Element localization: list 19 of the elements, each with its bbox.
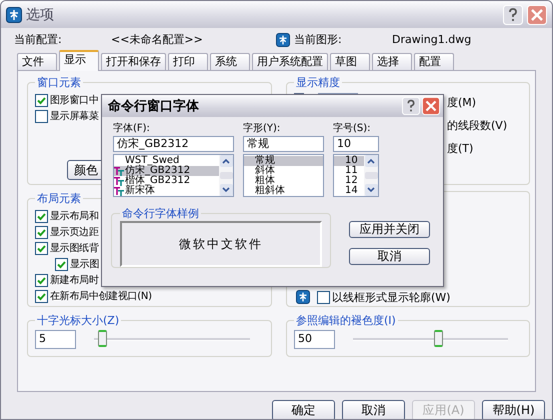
profile-label: 当前配置:: [14, 32, 63, 47]
drawing-label: 当前图形:: [294, 32, 343, 47]
font-sample: 微软中文软件: [120, 221, 322, 267]
profile-name: <<未命名配置>>: [111, 32, 204, 47]
drawing-name: Drawing1.dwg: [392, 33, 472, 46]
field-label: 字体(F):: [113, 122, 151, 135]
group-title: 命令行字体样例: [121, 206, 200, 221]
setting-label: 度(T): [447, 141, 474, 156]
setting-label: 度(M): [447, 95, 478, 110]
setting-label: 的线段数(V): [447, 118, 508, 133]
group-title: 窗口元素: [36, 75, 82, 90]
group-title: 十字光标大小(Z): [36, 313, 120, 328]
dialog-title: 命令行窗口字体: [108, 98, 199, 115]
group-title: 参照编辑的褪色度(I): [295, 313, 397, 328]
window-title: 选项: [26, 6, 54, 24]
group-title: 显示精度: [295, 75, 341, 90]
field-label: 字号(S):: [333, 122, 372, 135]
field-label: 字形(Y):: [243, 122, 282, 135]
group-title: 布局元素: [36, 191, 82, 206]
